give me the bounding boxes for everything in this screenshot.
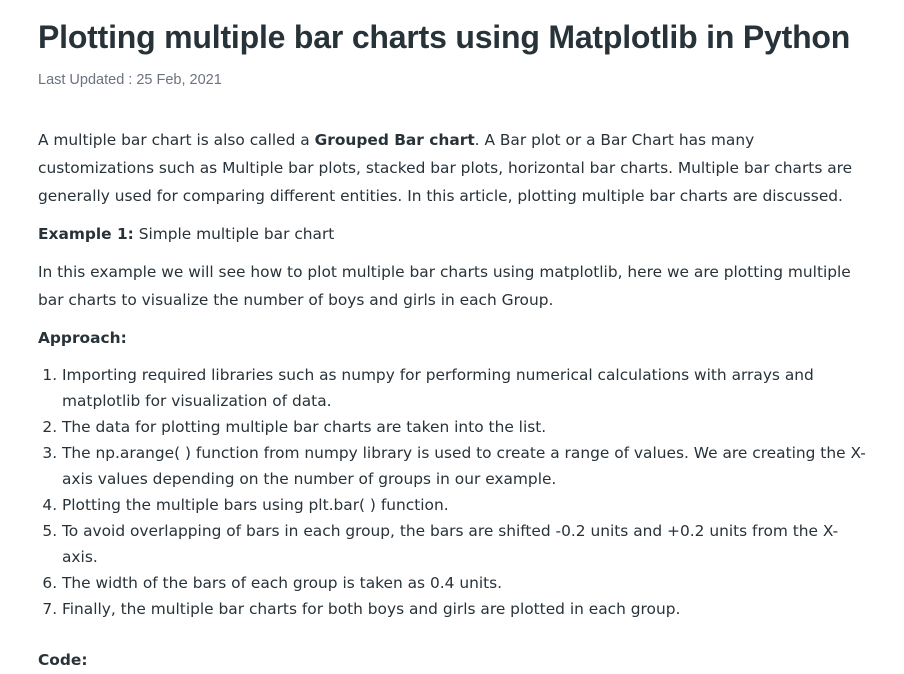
approach-steps-list: Importing required libraries such as num…: [38, 362, 868, 622]
list-item: The np.arange( ) function from numpy lib…: [62, 440, 868, 492]
approach-heading: Approach:: [38, 329, 127, 347]
example-1-description: In this example we will see how to plot …: [38, 263, 851, 309]
list-item: Importing required libraries such as num…: [62, 362, 868, 414]
intro-paragraph: A multiple bar chart is also called a Gr…: [38, 126, 868, 210]
example-1-title: Simple multiple bar chart: [133, 225, 335, 243]
list-item: To avoid overlapping of bars in each gro…: [62, 518, 868, 570]
code-heading: Code:: [38, 651, 88, 669]
list-item: Finally, the multiple bar charts for bot…: [62, 596, 868, 622]
example-1-heading: Example 1: Simple multiple bar chart: [38, 220, 868, 248]
last-updated-date: Last Updated : 25 Feb, 2021: [38, 72, 222, 88]
article: Plotting multiple bar charts using Matpl…: [38, 0, 868, 674]
list-item: The width of the bars of each group is t…: [62, 570, 868, 596]
intro-text-before: A multiple bar chart is also called a: [38, 131, 315, 149]
list-item: Plotting the multiple bars using plt.bar…: [62, 492, 868, 518]
article-title: Plotting multiple bar charts using Matpl…: [38, 19, 851, 55]
list-item: The data for plotting multiple bar chart…: [62, 414, 868, 440]
example-1-label: Example 1:: [38, 225, 134, 243]
grouped-bar-chart-term: Grouped Bar chart: [314, 131, 475, 149]
